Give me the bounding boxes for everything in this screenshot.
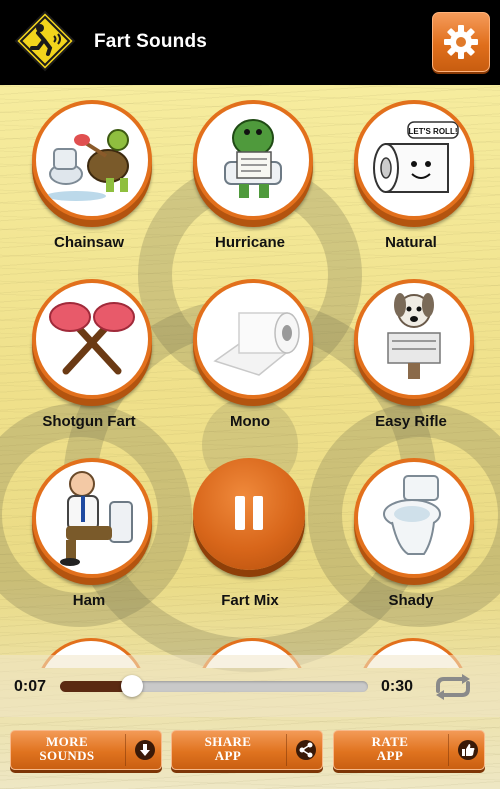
seek-bar[interactable] xyxy=(60,681,368,692)
more-sounds-button[interactable]: MORE SOUNDS xyxy=(10,730,162,770)
comic-bubble-text: LET'S ROLL! xyxy=(408,127,457,136)
sound-button-chainsaw[interactable]: Chainsaw xyxy=(14,100,164,265)
dog-reading-newspaper-icon xyxy=(354,279,474,399)
turtle-with-toilet-plunger-icon xyxy=(32,100,152,220)
sound-label: Mono xyxy=(230,413,270,430)
toilet-paper-lets-roll-icon: LET'S ROLL! xyxy=(354,100,474,220)
farting-man-warning-sign-icon xyxy=(14,10,76,72)
sound-button-fart-mix[interactable]: Fart Mix xyxy=(175,458,325,623)
thumbs-up-icon xyxy=(458,740,478,760)
dinosaur-reading-on-toilet-icon xyxy=(193,100,313,220)
sound-label: Chainsaw xyxy=(53,234,125,251)
rate-app-button[interactable]: RATE APP xyxy=(333,730,485,770)
crossed-plungers-icon xyxy=(32,279,152,399)
sound-label: Fart Mix xyxy=(221,592,279,609)
man-sitting-on-toilet-icon xyxy=(32,458,152,578)
sound-button-mono[interactable]: Mono xyxy=(175,279,325,444)
pause-button[interactable] xyxy=(193,458,305,570)
current-time: 0:07 xyxy=(14,678,47,695)
sound-label: Shady xyxy=(388,592,434,609)
share-icon xyxy=(296,740,316,760)
settings-button[interactable] xyxy=(432,12,490,72)
share-app-button[interactable]: SHARE APP xyxy=(171,730,323,770)
sound-label: Hurricane xyxy=(214,234,286,251)
sound-label: Shotgun Fart xyxy=(42,413,136,430)
sound-button-shotgun-fart[interactable]: Shotgun Fart xyxy=(14,279,164,444)
app-header: Fart Sounds xyxy=(0,0,500,85)
toilet-paper-roll-icon xyxy=(193,279,313,399)
download-icon xyxy=(135,740,155,760)
sound-label: Easy Rifle xyxy=(375,413,447,430)
more-sounds-label: MORE SOUNDS xyxy=(39,734,95,763)
sound-button-shady[interactable]: Shady xyxy=(336,458,486,623)
share-app-label: SHARE APP xyxy=(204,734,252,763)
sound-button-ham[interactable]: Ham xyxy=(14,458,164,623)
sound-label: Natural xyxy=(385,234,437,251)
toilet-icon xyxy=(354,458,474,578)
sound-button-natural[interactable]: LET'S ROLL! Natural xyxy=(336,100,486,265)
sound-label: Ham xyxy=(72,592,106,609)
sound-button-hurricane[interactable]: Hurricane xyxy=(175,100,325,265)
app-title: Fart Sounds xyxy=(94,31,208,52)
sound-button-easy-rifle[interactable]: Easy Rifle xyxy=(336,279,486,444)
gear-icon xyxy=(444,25,478,59)
seek-bar-thumb[interactable] xyxy=(120,675,143,697)
total-time: 0:30 xyxy=(381,678,414,695)
rate-app-label: RATE APP xyxy=(371,734,409,763)
repeat-icon[interactable] xyxy=(430,673,476,701)
